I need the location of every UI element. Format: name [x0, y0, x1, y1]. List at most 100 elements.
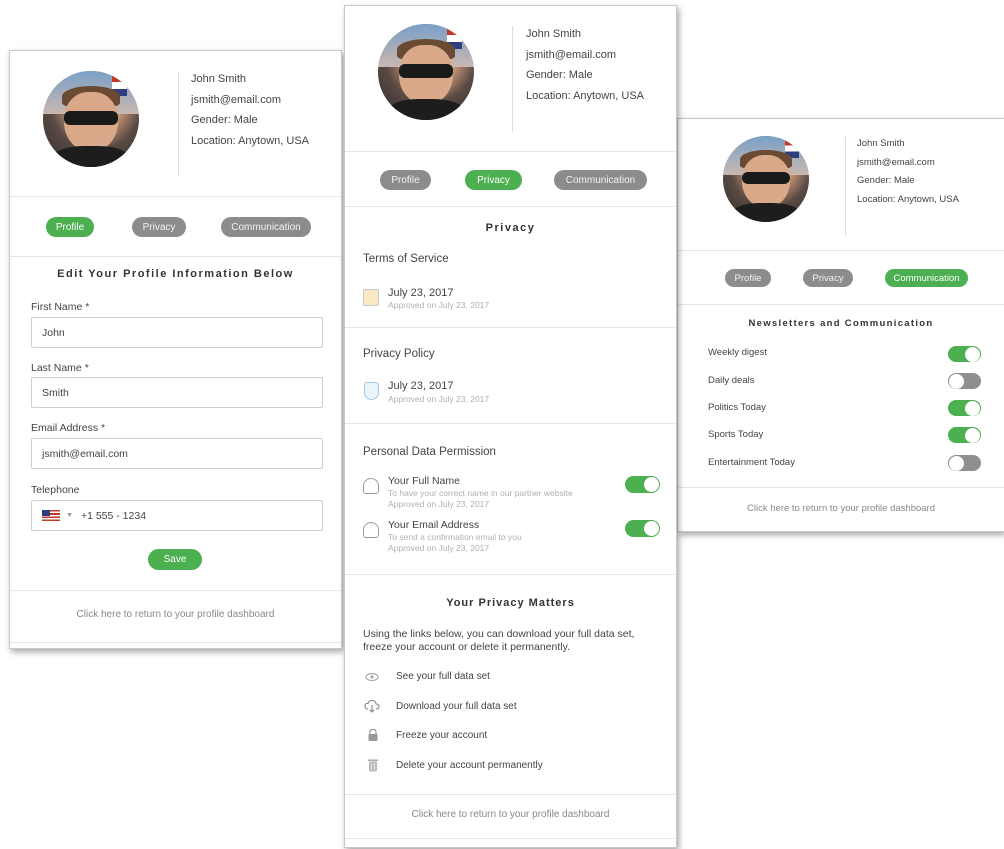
see-data-link[interactable]: See your full data set: [396, 671, 490, 682]
user-email: jsmith@email.com: [857, 156, 935, 168]
entertainment-today-toggle[interactable]: [948, 455, 981, 471]
sports-today-toggle[interactable]: [948, 427, 981, 443]
politics-today-toggle[interactable]: [948, 400, 981, 416]
divider: [345, 423, 676, 424]
tab-communication[interactable]: Communication: [221, 217, 311, 237]
user-email: jsmith@email.com: [191, 93, 282, 106]
privacy-title: Privacy: [485, 222, 536, 234]
user-gender: Gender: Male: [526, 69, 593, 81]
avatar: [43, 71, 139, 167]
communication-card: John Smith jsmith@email.com Gender: Male…: [677, 118, 1004, 532]
return-dashboard-link[interactable]: Click here to return to your profile das…: [345, 809, 676, 820]
shield-icon: [364, 382, 379, 400]
avatar: [378, 24, 474, 120]
user-info: John Smith jsmith@email.com Gender: Male…: [191, 69, 309, 151]
email-label: Email Address *: [31, 422, 106, 434]
header-divider: [178, 71, 179, 177]
first-name-input[interactable]: John: [31, 317, 323, 348]
bottom-divider: [10, 642, 341, 643]
header-divider: [512, 26, 513, 132]
tab-profile[interactable]: Profile: [46, 217, 94, 237]
telephone-input[interactable]: ▼ +1 555 - 1234: [31, 500, 323, 531]
user-info: John Smith jsmith@email.com Gender: Male…: [857, 135, 959, 209]
save-button[interactable]: Save: [148, 549, 202, 570]
tab-bar: Profile Privacy Communication: [345, 152, 676, 207]
perm-name-approved: Approved on July 23, 2017: [388, 499, 490, 509]
tab-communication[interactable]: Communication: [885, 269, 968, 287]
delete-account-link[interactable]: Delete your account permanently: [396, 760, 543, 771]
user-shield-icon: [363, 522, 379, 538]
newsletter-label: Weekly digest: [708, 347, 767, 358]
newsletter-label: Daily deals: [708, 375, 755, 386]
profile-form-title: Edit Your Profile Information Below: [57, 268, 294, 280]
avatar: [723, 136, 809, 222]
perm-email-approved: Approved on July 23, 2017: [388, 543, 490, 553]
perm-name-toggle[interactable]: [625, 476, 660, 493]
chevron-down-icon[interactable]: ▼: [66, 512, 73, 519]
return-dashboard-link[interactable]: Click here to return to your profile das…: [678, 503, 1004, 514]
perm-email-toggle[interactable]: [625, 520, 660, 537]
document-icon: [363, 289, 379, 306]
profile-card: John Smith jsmith@email.com Gender: Male…: [9, 50, 342, 649]
user-gender: Gender: Male: [857, 175, 915, 186]
us-flag-icon[interactable]: [42, 510, 60, 521]
perm-email-title: Your Email Address: [388, 519, 480, 531]
perm-name-title: Your Full Name: [388, 475, 460, 487]
user-location: Location: Anytown, USA: [526, 89, 645, 102]
download-data-link[interactable]: Download your full data set: [396, 701, 517, 712]
newsletter-label: Politics Today: [708, 402, 766, 413]
policy-approved: Approved on July 23, 2017: [388, 394, 490, 404]
footer-divider: [10, 590, 341, 591]
perm-name-desc: To have your correct name in our partner…: [388, 488, 573, 498]
privacy-card: John Smith jsmith@email.com Gender: Male…: [344, 5, 677, 848]
freeze-account-link[interactable]: Freeze your account: [396, 730, 487, 741]
telephone-value: +1 555 - 1234: [80, 509, 147, 522]
lock-icon: [366, 728, 380, 742]
profile-header: John Smith jsmith@email.com Gender: Male…: [10, 51, 341, 197]
trash-icon: [366, 758, 380, 772]
footer-divider: [678, 487, 1004, 488]
tab-privacy[interactable]: Privacy: [803, 269, 853, 287]
daily-deals-toggle[interactable]: [948, 373, 981, 389]
eye-icon: [365, 670, 379, 684]
tos-date: July 23, 2017: [388, 287, 454, 299]
tos-heading: Terms of Service: [363, 253, 449, 265]
permission-heading: Personal Data Permission: [363, 446, 496, 458]
newsletter-label: Entertainment Today: [708, 457, 795, 468]
policy-heading: Privacy Policy: [363, 348, 435, 360]
user-location: Location: Anytown, USA: [191, 134, 310, 147]
user-info: John Smith jsmith@email.com Gender: Male…: [526, 24, 644, 106]
email-input[interactable]: jsmith@email.com: [31, 438, 323, 469]
tos-approved: Approved on July 23, 2017: [388, 300, 490, 310]
user-email: jsmith@email.com: [526, 48, 617, 61]
return-dashboard-link[interactable]: Click here to return to your profile das…: [10, 609, 341, 620]
divider: [345, 574, 676, 575]
user-name: John Smith: [191, 73, 247, 85]
newsletter-label: Sports Today: [708, 429, 764, 440]
user-name: John Smith: [857, 138, 905, 149]
privacy-header: John Smith jsmith@email.com Gender: Male…: [345, 6, 676, 152]
perm-email-desc: To send a confirmation email to you: [388, 532, 522, 542]
first-name-label: First Name *: [31, 301, 90, 313]
bottom-divider: [345, 838, 676, 839]
tab-privacy[interactable]: Privacy: [465, 170, 522, 190]
tab-profile[interactable]: Profile: [380, 170, 431, 190]
privacy-matters-text: Using the links below, you can download …: [363, 628, 635, 653]
user-name: John Smith: [526, 28, 582, 40]
tab-profile[interactable]: Profile: [725, 269, 771, 287]
user-location: Location: Anytown, USA: [857, 193, 959, 205]
telephone-label: Telephone: [31, 484, 80, 496]
tab-privacy[interactable]: Privacy: [132, 217, 186, 237]
footer-divider: [345, 794, 676, 795]
divider: [345, 327, 676, 328]
weekly-digest-toggle[interactable]: [948, 346, 981, 362]
cloud-download-icon: [364, 699, 380, 713]
last-name-label: Last Name *: [31, 362, 89, 374]
privacy-matters-title: Your Privacy Matters: [446, 597, 575, 609]
header-divider: [845, 137, 846, 235]
newsletters-title: Newsletters and Communication: [748, 318, 934, 329]
last-name-input[interactable]: Smith: [31, 377, 323, 408]
tab-communication[interactable]: Communication: [554, 170, 647, 190]
tab-bar: Profile Privacy Communication: [678, 251, 1004, 305]
user-gender: Gender: Male: [191, 114, 258, 126]
